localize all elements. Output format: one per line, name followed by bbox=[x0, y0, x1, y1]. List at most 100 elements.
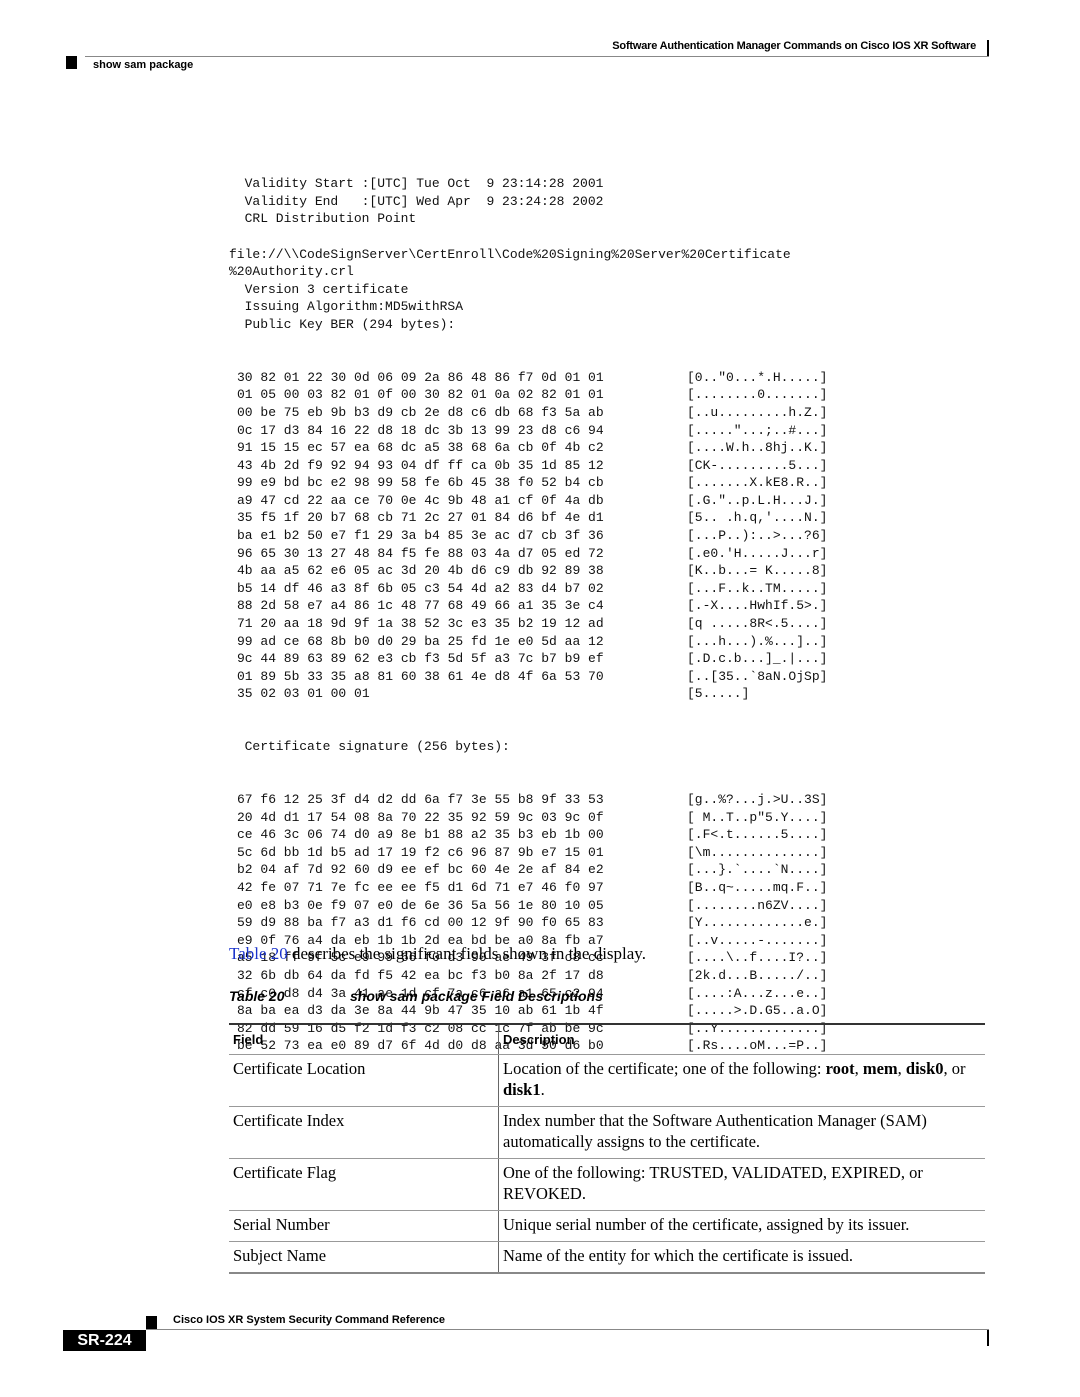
signature-label: Certificate signature (256 bytes): bbox=[229, 739, 510, 755]
hex-dump-row: 20 4d d1 17 54 08 8a 70 22 35 92 59 9c 0… bbox=[229, 809, 827, 827]
hex-dump-row: 32 6b db 64 da fd f5 42 ea bc f3 b0 8a 2… bbox=[229, 967, 827, 985]
keyword: disk0 bbox=[905, 1059, 944, 1078]
hex-dump-row: 43 4b 2d f9 92 94 93 04 df ff ca 0b 35 1… bbox=[229, 457, 827, 475]
hex-dump-row: 99 ad ce 68 8b b0 d0 29 ba 25 fd 1e e0 5… bbox=[229, 633, 827, 651]
cli-line: Issuing Algorithm:MD5withRSA bbox=[229, 299, 464, 315]
hex-bytes: ba e1 b2 50 e7 f1 29 3a b4 85 3e ac d7 c… bbox=[237, 528, 604, 544]
header-vertical-bar bbox=[987, 40, 989, 57]
hex-bytes: 43 4b 2d f9 92 94 93 04 df ff ca 0b 35 1… bbox=[237, 457, 604, 473]
cli-line bbox=[229, 228, 791, 246]
hex-dump-row: 8a ba ea d3 da 3e 8a 44 9b 47 35 10 ab 6… bbox=[229, 1002, 827, 1020]
hex-dump-row: a9 47 cd 22 aa ce 70 0e 4c 9b 48 a1 cf 0… bbox=[229, 492, 827, 510]
keyword: mem bbox=[862, 1059, 898, 1078]
table-row: Subject Name Name of the entity for which… bbox=[229, 1241, 985, 1274]
field-name-cell: Certificate Location bbox=[229, 1054, 499, 1107]
ascii-view: [ M..T..p"5.Y....] bbox=[687, 809, 828, 825]
hex-dump-row: 35 f5 1f 20 b7 68 cb 71 2c 27 01 84 d6 b… bbox=[229, 509, 827, 527]
table-title: show sam package Field Descriptions bbox=[350, 988, 603, 1004]
description-cell: Name of the entity for which the certifi… bbox=[498, 1241, 985, 1274]
hex-bytes: 32 6b db 64 da fd f5 42 ea bc f3 b0 8a 2… bbox=[237, 967, 604, 983]
ascii-view: [...P..):..>...?6] bbox=[687, 528, 828, 544]
cli-line: Validity End :[UTC] Wed Apr 9 23:24:28 2… bbox=[229, 193, 604, 209]
ascii-view: [..u.........h.Z.] bbox=[687, 404, 828, 420]
hex-bytes: 91 15 15 ec 57 ea 68 dc a5 38 68 6a cb 0… bbox=[237, 440, 604, 456]
hex-bytes: 20 4d d1 17 54 08 8a 70 22 35 92 59 9c 0… bbox=[237, 809, 604, 825]
hex-dump-row: ba e1 b2 50 e7 f1 29 3a b4 85 3e ac d7 c… bbox=[229, 527, 827, 545]
paragraph-text: describes the significant fields shown i… bbox=[287, 944, 646, 963]
cli-line: Version 3 certificate bbox=[229, 281, 409, 297]
cli-line: Public Key BER (294 bytes): bbox=[229, 316, 456, 332]
ascii-view: [0.."0...*.H.....] bbox=[687, 369, 828, 385]
hex-dump-row: 42 fe 07 71 7e fc ee ee f5 d1 6d 71 e7 4… bbox=[229, 879, 827, 897]
ascii-view: [q .....8R<.5....] bbox=[687, 616, 828, 632]
hex-bytes: 96 65 30 13 27 48 84 f5 fe 88 03 4a d7 0… bbox=[237, 545, 604, 561]
field-name-cell: Certificate Flag bbox=[229, 1158, 499, 1211]
hex-dump-row: 35 02 03 01 00 01 [5.....] bbox=[229, 685, 791, 703]
description-cell: Unique serial number of the certificate,… bbox=[498, 1210, 985, 1242]
table-20-link[interactable]: Table 20 bbox=[229, 944, 288, 963]
hex-dump-row: 01 89 5b 33 35 a8 81 60 38 61 4e d8 4f 6… bbox=[229, 668, 827, 686]
hex-bytes: 99 ad ce 68 8b b0 d0 29 ba 25 fd 1e e0 5… bbox=[237, 633, 604, 649]
chapter-title: Software Authentication Manager Commands… bbox=[612, 40, 976, 52]
hex-dump-row: ce 46 3c 06 74 d0 a9 8e b1 88 a2 35 b3 e… bbox=[229, 826, 827, 844]
hex-bytes: 00 be 75 eb 9b b3 d9 cb 2e d8 c6 db 68 f… bbox=[237, 404, 604, 420]
cli-line: %20Authority.crl bbox=[229, 264, 354, 280]
ascii-view: [K..b...= K.....8] bbox=[687, 563, 828, 579]
hex-bytes: 71 20 aa 18 9d 9f 1a 38 52 3c e3 35 b2 1… bbox=[237, 616, 604, 632]
table-header-row: Field Description bbox=[229, 1023, 985, 1055]
hex-dump-row: 00 be 75 eb 9b b3 d9 cb 2e d8 c6 db 68 f… bbox=[229, 404, 827, 422]
cli-line: CRL Distribution Point bbox=[229, 211, 417, 227]
ascii-view: [2k.d...B...../..] bbox=[687, 967, 828, 983]
hex-bytes: 67 f6 12 25 3f d4 d2 dd 6a f7 3e 55 b8 9… bbox=[237, 791, 604, 807]
hex-dump-row: 88 2d 58 e7 a4 86 1c 48 77 68 49 66 a1 3… bbox=[229, 597, 827, 615]
description-text: Unique serial number of the certificate,… bbox=[503, 1215, 910, 1234]
hex-dump-row: 71 20 aa 18 9d 9f 1a 38 52 3c e3 35 b2 1… bbox=[229, 615, 827, 633]
ascii-view: [...h...).%...]..] bbox=[687, 633, 828, 649]
ascii-view: [.G."..p.L.H...J.] bbox=[687, 492, 828, 508]
hex-bytes: 0c 17 d3 84 16 22 d8 18 dc 3b 13 99 23 d… bbox=[237, 422, 604, 438]
hex-dump-row: 5c 6d bb 1d b5 ad 17 19 f2 c6 96 87 9b e… bbox=[229, 844, 827, 862]
section-title: show sam package bbox=[93, 59, 194, 71]
cli-output-block: Validity Start :[UTC] Tue Oct 9 23:14:28… bbox=[229, 140, 827, 1072]
description-text: . bbox=[540, 1080, 545, 1099]
hex-bytes: a9 47 cd 22 aa ce 70 0e 4c 9b 48 a1 cf 0… bbox=[237, 492, 604, 508]
ascii-view: [........0.......] bbox=[687, 387, 828, 403]
column-header-description: Description bbox=[498, 1023, 985, 1055]
description-cell: Index number that the Software Authentic… bbox=[498, 1106, 985, 1159]
hex-bytes: ce 46 3c 06 74 d0 a9 8e b1 88 a2 35 b3 e… bbox=[237, 827, 604, 843]
ascii-view: [........n6ZV....] bbox=[687, 897, 828, 913]
ascii-view: [.....>.D.G5..a.O] bbox=[687, 1003, 828, 1019]
hex-dump-row: 30 82 01 22 30 0d 06 09 2a 86 48 86 f7 0… bbox=[229, 369, 827, 387]
description-text: Index number that the Software Authentic… bbox=[503, 1111, 927, 1151]
description-text: , or bbox=[943, 1059, 966, 1078]
footer-marker-block bbox=[146, 1316, 157, 1329]
hex-bytes: 59 d9 88 ba f7 a3 d1 f6 cd 00 12 9f 90 f… bbox=[237, 915, 604, 931]
hex-dump-row: 9c 44 89 63 89 62 e3 cb f3 5d 5f a3 7c b… bbox=[229, 650, 827, 668]
description-text: Name of the entity for which the certifi… bbox=[503, 1246, 854, 1265]
table-number: Table 20 bbox=[229, 988, 285, 1004]
hex-dump-row: 91 15 15 ec 57 ea 68 dc a5 38 68 6a cb 0… bbox=[229, 439, 827, 457]
cli-line: file://\\CodeSignServer\CertEnroll\Code%… bbox=[229, 246, 791, 262]
hex-bytes: 8a ba ea d3 da 3e 8a 44 9b 47 35 10 ab 6… bbox=[237, 1003, 604, 1019]
ascii-view: [Y.............e.] bbox=[687, 915, 828, 931]
ascii-view: [...F..k..TM.....] bbox=[687, 580, 828, 596]
page-number: SR-224 bbox=[63, 1330, 146, 1351]
hex-dump-row: 59 d9 88 ba f7 a3 d1 f6 cd 00 12 9f 90 f… bbox=[229, 914, 827, 932]
hex-dump-row: 67 f6 12 25 3f d4 d2 dd 6a f7 3e 55 b8 9… bbox=[229, 791, 827, 809]
table-row: Certificate Index Index number that the S… bbox=[229, 1106, 985, 1159]
book-title: Cisco IOS XR System Security Command Ref… bbox=[173, 1314, 446, 1326]
hex-bytes: 99 e9 bd bc e2 98 99 58 fe 6b 45 38 f0 5… bbox=[237, 475, 604, 491]
ascii-view: [....W.h..8hj..K.] bbox=[687, 440, 828, 456]
table-reference-paragraph: Table 20 describes the significant field… bbox=[229, 944, 646, 964]
hex-bytes: 01 89 5b 33 35 a8 81 60 38 61 4e d8 4f 6… bbox=[237, 668, 604, 684]
hex-dump-row: 0c 17 d3 84 16 22 d8 18 dc 3b 13 99 23 d… bbox=[229, 422, 827, 440]
ascii-view: [..v.....-.......] bbox=[687, 932, 828, 948]
ascii-view: [...}.`....`N....] bbox=[687, 862, 828, 878]
header-rule bbox=[85, 56, 989, 57]
ascii-view: [.......X.kE8.R..] bbox=[687, 475, 828, 491]
hex-bytes: 01 05 00 03 82 01 0f 00 30 82 01 0a 02 8… bbox=[237, 387, 604, 403]
ascii-view: [B..q~.....mq.F..] bbox=[687, 879, 828, 895]
table-row: Certificate Flag One of the following: TR… bbox=[229, 1158, 985, 1211]
ascii-view: [\m..............] bbox=[687, 844, 828, 860]
cli-line: Validity Start :[UTC] Tue Oct 9 23:14:28… bbox=[229, 176, 604, 192]
